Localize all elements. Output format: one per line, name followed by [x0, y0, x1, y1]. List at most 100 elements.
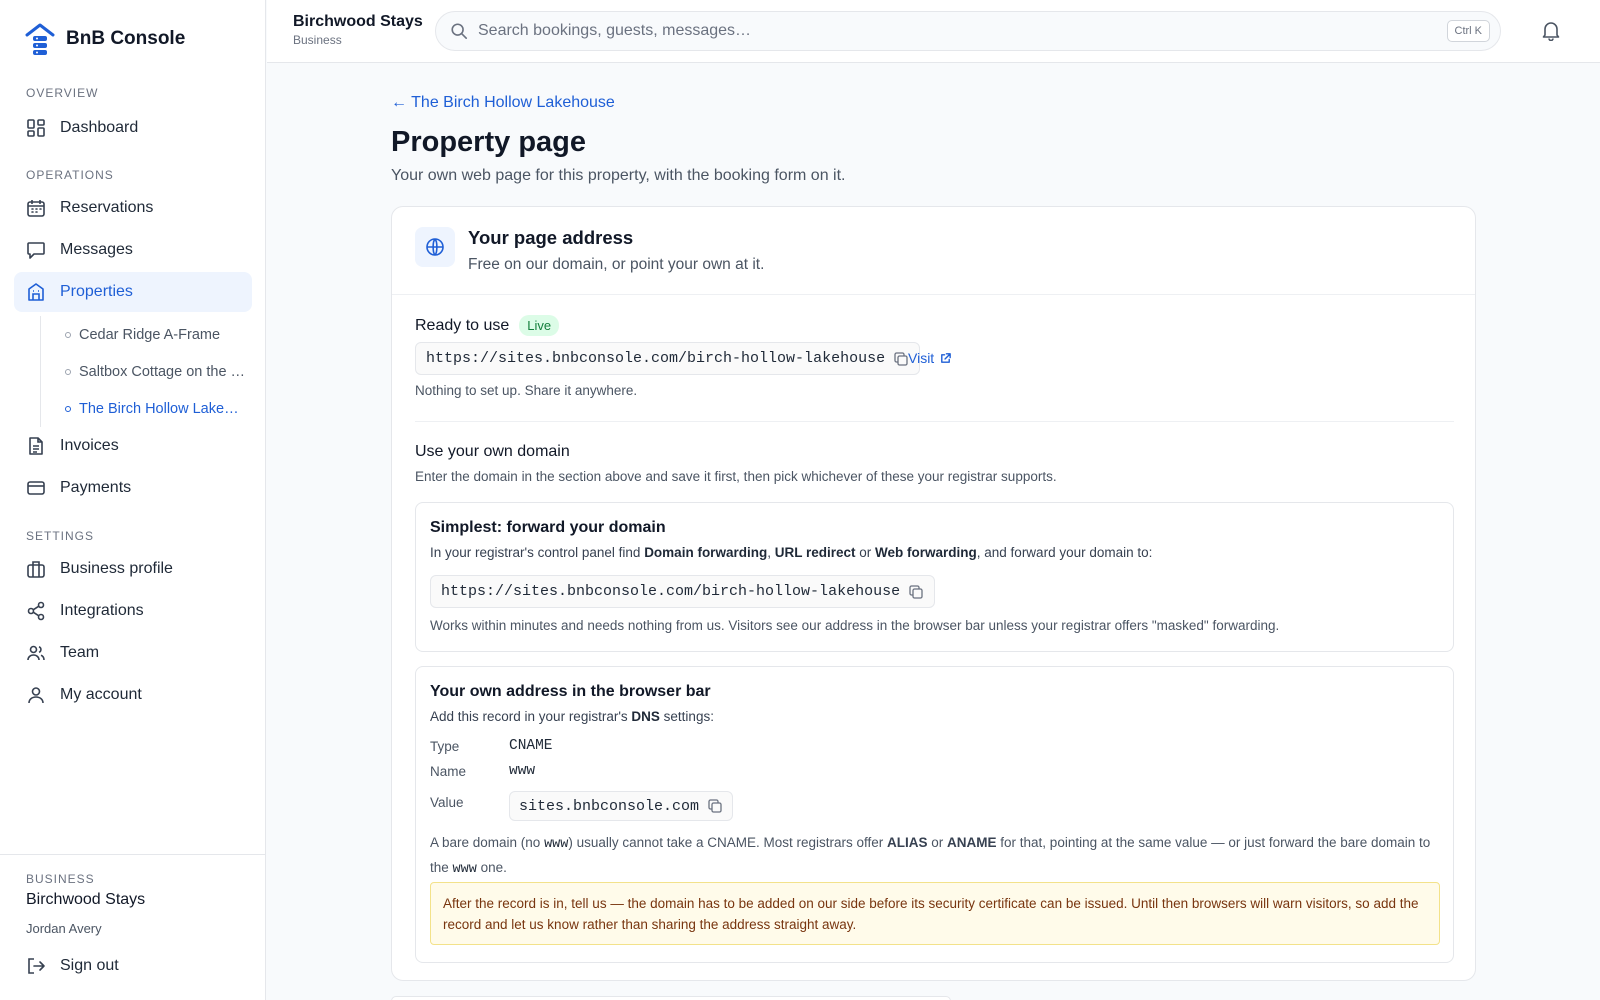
- workspace-subtitle: Business: [293, 33, 342, 47]
- subnav-item-saltbox-cottage[interactable]: Saltbox Cottage on the …: [41, 353, 252, 390]
- page-url-box: https://sites.bnbconsole.com/birch-hollo…: [415, 342, 921, 375]
- record-value-label: Value: [430, 795, 464, 810]
- sidebar-item-label: Business profile: [60, 560, 173, 577]
- credit-card-icon: [27, 481, 45, 495]
- sidebar-item-label: Messages: [60, 241, 133, 258]
- search-icon: [451, 23, 468, 40]
- invoice-icon: [29, 437, 43, 455]
- sidebar-item-team[interactable]: Team: [14, 633, 252, 673]
- sidebar-item-properties[interactable]: Properties: [14, 272, 252, 312]
- sidebar-item-label: Payments: [60, 479, 132, 496]
- card-subtitle: Free on our domain, or point your own at…: [468, 256, 765, 273]
- forward-instructions: In your registrar's control panel find D…: [430, 545, 1153, 560]
- visit-label: Visit: [908, 350, 935, 366]
- card-title: Your page address: [468, 227, 634, 248]
- forward-option-panel: Simplest: forward your domain In your re…: [415, 502, 1454, 652]
- status-badge: Live: [519, 315, 560, 336]
- dashboard-icon: [27, 119, 45, 137]
- record-name-value: www: [509, 763, 536, 779]
- team-icon: [27, 645, 45, 661]
- shortcut-hint: Ctrl K: [1446, 20, 1490, 42]
- sidebar-item-label: Properties: [60, 283, 133, 300]
- dns-option-panel: Your own address in the browser bar Add …: [415, 666, 1454, 963]
- next-card-edge: [391, 996, 951, 1000]
- section-overview: OVERVIEW: [26, 86, 99, 100]
- search-bar[interactable]: Ctrl K: [435, 11, 1501, 51]
- visit-link[interactable]: Visit: [908, 350, 952, 366]
- bullet-icon: [65, 405, 71, 412]
- sidebar-item-label: Dashboard: [60, 119, 139, 136]
- sidebar-footer-divider: [0, 854, 266, 855]
- footer-user-name: Jordan Avery: [26, 921, 102, 936]
- sign-out-label: Sign out: [60, 957, 119, 974]
- subnav-item-birch-hollow[interactable]: The Birch Hollow Lake…: [41, 390, 252, 427]
- copy-icon[interactable]: [908, 584, 924, 600]
- dns-title: Your own address in the browser bar: [430, 683, 711, 700]
- copy-icon[interactable]: [707, 798, 723, 814]
- record-value: sites.bnbconsole.com: [519, 797, 700, 815]
- sidebar-item-label: Integrations: [60, 602, 144, 619]
- sidebar-item-label: Reservations: [60, 199, 154, 216]
- divider: [415, 421, 1454, 422]
- sidebar-item-invoices[interactable]: Invoices: [14, 426, 252, 466]
- brand-name: BnB Console: [66, 28, 186, 49]
- globe-icon: [426, 238, 444, 256]
- message-icon: [27, 242, 45, 259]
- footer-business-name: Birchwood Stays: [26, 891, 146, 908]
- notification-bell-icon[interactable]: [1540, 19, 1562, 41]
- sign-out-button[interactable]: Sign out: [14, 946, 252, 986]
- briefcase-icon: [27, 561, 45, 578]
- page-title: Property page: [391, 126, 586, 158]
- record-type-label: Type: [430, 739, 460, 754]
- forward-note: Works within minutes and needs nothing f…: [430, 618, 1280, 633]
- subnav-item-label: Cedar Ridge A-Frame: [79, 326, 221, 343]
- bullet-icon: [65, 331, 71, 338]
- section-operations: OPERATIONS: [26, 168, 114, 182]
- user-icon: [28, 687, 44, 704]
- card-header: Your page address Free on our domain, or…: [392, 207, 1475, 295]
- subnav-item-label: Saltbox Cottage on the …: [79, 363, 246, 380]
- back-link[interactable]: ← The Birch Hollow Lakehouse: [391, 94, 615, 112]
- certificate-warning: After the record is in, tell us — the do…: [430, 882, 1440, 945]
- brand[interactable]: BnB Console: [24, 22, 185, 56]
- own-domain-title: Use your own domain: [415, 443, 570, 460]
- external-link-icon: [941, 352, 952, 363]
- sidebar-item-my-account[interactable]: My account: [14, 675, 252, 715]
- logo-icon: [25, 23, 55, 55]
- sidebar-item-label: Team: [60, 644, 100, 661]
- share-icon: [27, 601, 45, 621]
- sidebar-item-label: My account: [60, 686, 142, 703]
- forward-title: Simplest: forward your domain: [430, 519, 666, 536]
- ready-note: Nothing to set up. Share it anywhere.: [415, 383, 638, 398]
- record-value-box: sites.bnbconsole.com: [509, 791, 734, 821]
- subnav-item-cedar-ridge[interactable]: Cedar Ridge A-Frame: [41, 316, 252, 353]
- sidebar-item-messages[interactable]: Messages: [14, 230, 252, 270]
- footer-label: BUSINESS: [26, 872, 95, 886]
- bullet-icon: [65, 368, 71, 375]
- subnav-item-label: The Birch Hollow Lake…: [79, 400, 239, 417]
- record-name-label: Name: [430, 764, 467, 779]
- copy-icon[interactable]: [893, 351, 909, 367]
- sign-out-icon: [28, 958, 45, 974]
- forward-url: https://sites.bnbconsole.com/birch-hollo…: [441, 583, 901, 600]
- building-icon: [28, 283, 44, 301]
- dns-instructions: Add this record in your registrar's DNS …: [430, 709, 714, 724]
- own-domain-subtitle: Enter the domain in the section above an…: [415, 469, 1057, 484]
- forward-url-box: https://sites.bnbconsole.com/birch-hollo…: [430, 575, 936, 608]
- sidebar-item-reservations[interactable]: Reservations: [14, 188, 252, 228]
- search-input[interactable]: [478, 22, 1438, 40]
- sidebar-item-business-profile[interactable]: Business profile: [14, 549, 252, 589]
- sidebar-item-payments[interactable]: Payments: [14, 468, 252, 508]
- record-type-value: CNAME: [509, 738, 553, 754]
- page-description: Your own web page for this property, wit…: [391, 167, 846, 184]
- workspace-title: Birchwood Stays: [293, 13, 423, 30]
- page-address-card: Your page address Free on our domain, or…: [391, 206, 1476, 981]
- topbar: Birchwood Stays Business Ctrl K: [267, 0, 1600, 63]
- section-settings: SETTINGS: [26, 529, 95, 543]
- ready-label: Ready to use: [415, 316, 510, 334]
- sidebar: BnB Console OVERVIEW Dashboard OPERATION…: [0, 0, 266, 1000]
- sidebar-item-integrations[interactable]: Integrations: [14, 591, 252, 631]
- ready-heading: Ready to use Live: [415, 315, 560, 336]
- sidebar-item-dashboard[interactable]: Dashboard: [14, 108, 252, 148]
- bare-domain-note: A bare domain (no www) usually cannot ta…: [430, 835, 1431, 877]
